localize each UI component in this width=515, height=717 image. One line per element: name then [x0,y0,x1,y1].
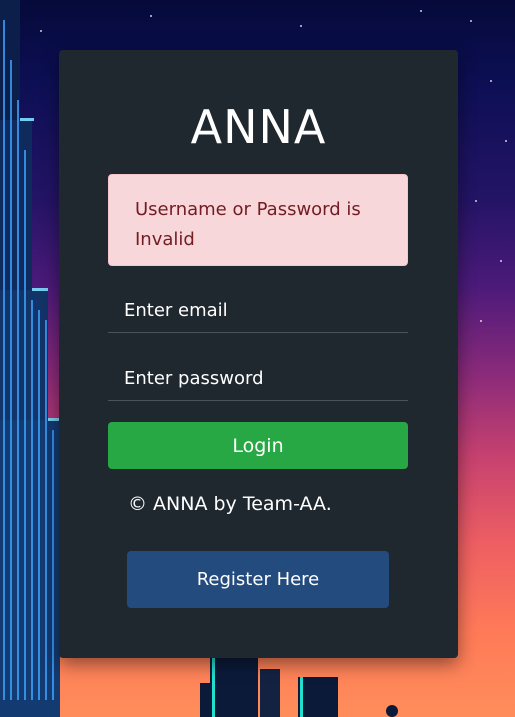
login-button[interactable]: Login [108,422,408,469]
register-button[interactable]: Register Here [127,551,389,608]
login-card: ANNA Username or Password is Invalid Log… [59,50,458,658]
skyscraper-illustration [0,0,60,717]
password-input[interactable] [108,357,408,401]
error-alert: Username or Password is Invalid [108,174,408,266]
copyright-text: © ANNA by Team-AA. [128,493,332,515]
email-input[interactable] [108,289,408,333]
app-title: ANNA [190,100,327,154]
